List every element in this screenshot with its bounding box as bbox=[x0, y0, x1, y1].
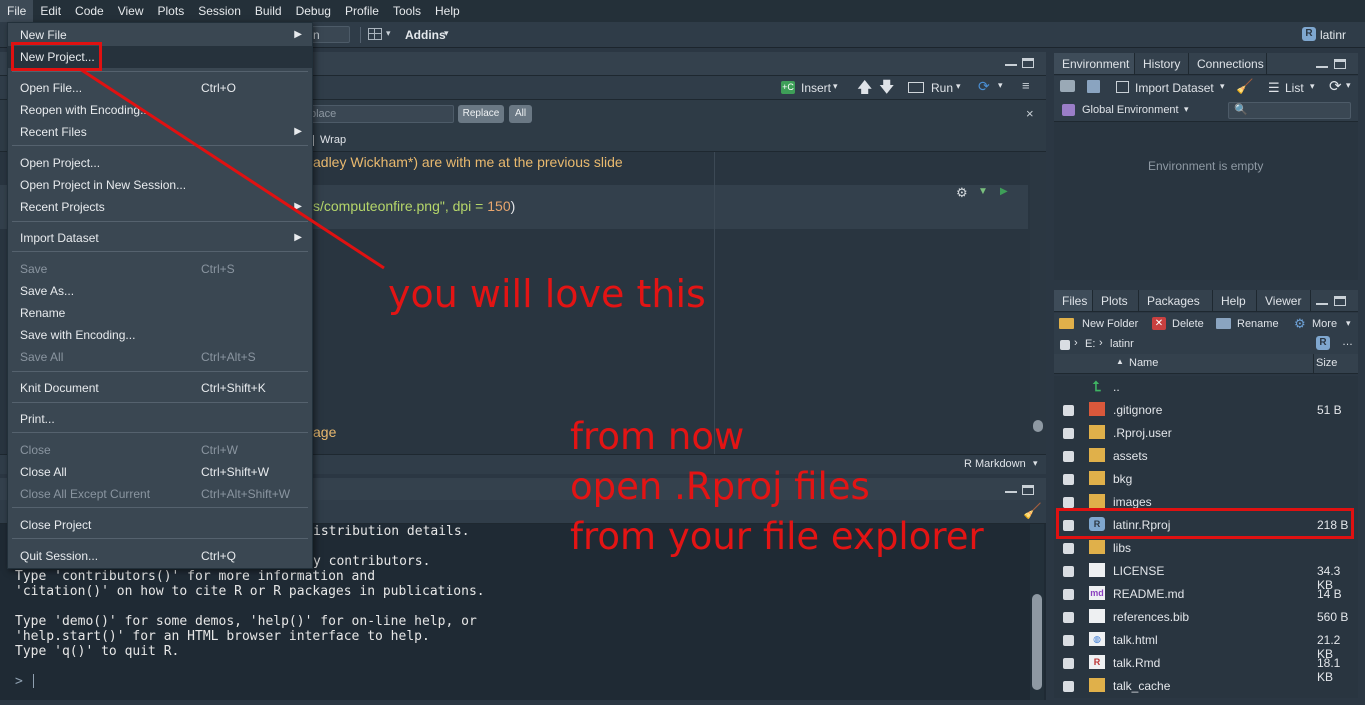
annotation-love: you will love this bbox=[388, 272, 706, 316]
annotation-line-2: open .Rproj files bbox=[570, 465, 870, 508]
annotation-arrow-line bbox=[79, 67, 385, 270]
annotation-line bbox=[79, 67, 385, 270]
annotation-line-1: from now bbox=[570, 415, 745, 458]
annotation-line-3: from your file explorer bbox=[570, 515, 984, 558]
